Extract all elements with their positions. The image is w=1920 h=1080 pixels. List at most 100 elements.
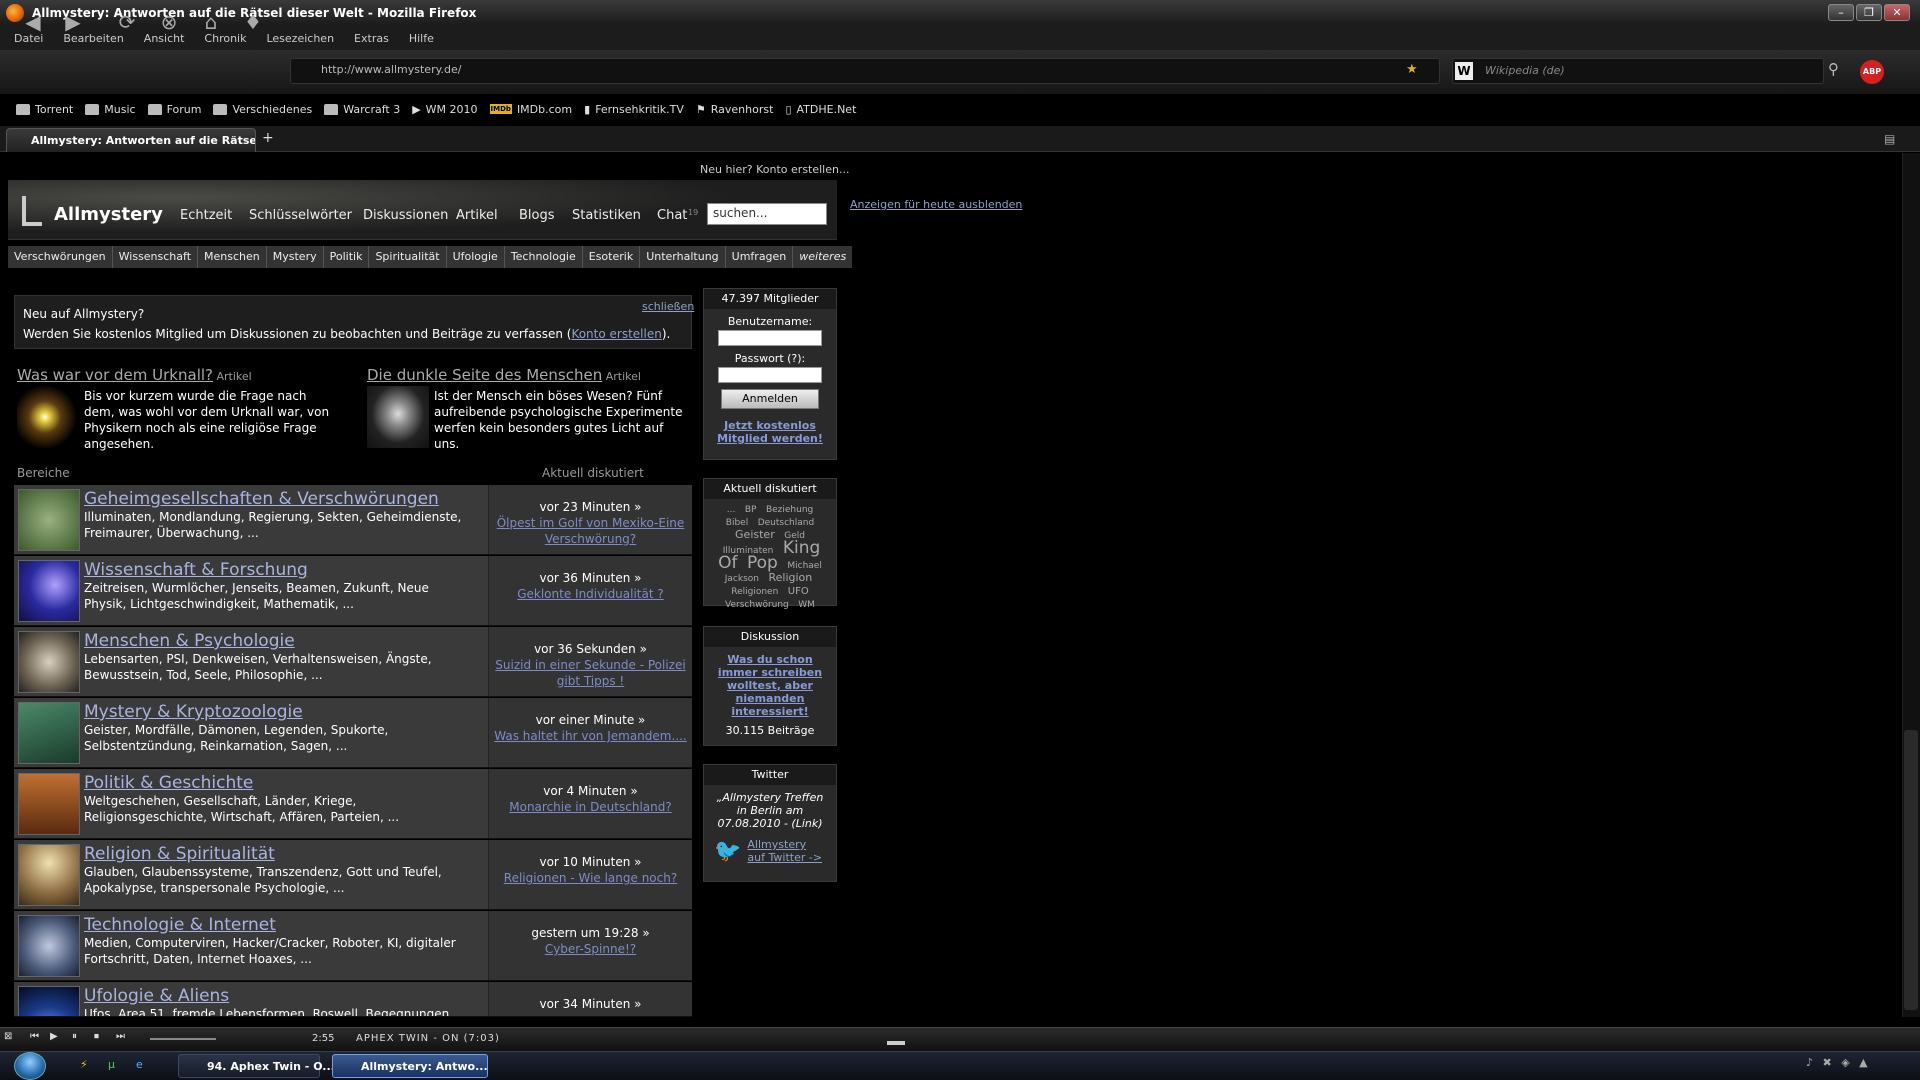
section-topic-link[interactable]: Geklonte Individualität ? [517, 587, 664, 601]
bookmark-star-icon[interactable]: ★ [1406, 62, 1418, 77]
tag-link[interactable]: BP [745, 505, 757, 515]
player-menu-icon[interactable]: ⊠ [4, 1031, 12, 1042]
conspiracy-image[interactable] [18, 489, 80, 551]
tag-link[interactable]: Pop [747, 553, 778, 573]
signup-top-link[interactable]: Neu hier? Konto erstellen... [700, 163, 849, 176]
site-logo[interactable]: Allmystery [54, 204, 163, 225]
dark-side-image[interactable] [367, 386, 429, 448]
explorer-quicklaunch-icon[interactable]: e [136, 1058, 143, 1071]
section-title[interactable]: Wissenschaft & Forschung [84, 560, 308, 580]
adblock-icon[interactable]: ABP [1860, 60, 1884, 84]
section-title[interactable]: Ufologie & Aliens [84, 986, 229, 1006]
tag-link[interactable]: WM [798, 600, 815, 610]
menu-item-hilfe[interactable]: Hilfe [409, 32, 434, 45]
cat-weiteres[interactable]: weiteres [793, 246, 853, 268]
close-button[interactable]: ✕ [1884, 4, 1910, 21]
section-topic-link[interactable]: Cyber-Spinne!? [545, 942, 636, 956]
tag-link[interactable]: Religionen [731, 587, 778, 597]
section-title[interactable]: Geheimgesellschaften & Verschwörungen [84, 489, 439, 509]
nav-chat[interactable]: Chat [657, 208, 687, 223]
politics-image[interactable] [18, 773, 80, 835]
tag-link[interactable]: Verschwörung [725, 600, 789, 610]
volume-slider[interactable] [150, 1038, 216, 1040]
tag-link[interactable]: Religion [768, 571, 812, 584]
utorrent-quicklaunch-icon[interactable]: µ [108, 1058, 115, 1071]
reload-icon[interactable]: ⟳ [110, 8, 144, 36]
task-winamp[interactable]: 94. Aphex Twin - O... [178, 1054, 335, 1078]
section-title[interactable]: Politik & Geschichte [84, 773, 253, 793]
cat-politik[interactable]: Politik [323, 246, 370, 268]
twitter-link[interactable]: Allmystery auf Twitter -> [747, 838, 826, 864]
section-title[interactable]: Religion & Spiritualität [84, 844, 275, 864]
stop-icon[interactable]: ⊗ [152, 8, 186, 36]
religion-image[interactable] [18, 844, 80, 906]
wikipedia-icon[interactable]: W [1455, 62, 1473, 80]
winamp-quicklaunch-icon[interactable]: ⚡ [80, 1058, 88, 1071]
stop-player-icon[interactable]: ⏹ [94, 1031, 99, 1042]
nav-artikel[interactable]: Artikel [456, 208, 498, 223]
mystery-image[interactable] [18, 702, 80, 764]
username-input[interactable] [718, 330, 822, 346]
cat-menschen[interactable]: Menschen [198, 246, 267, 268]
hide-ads-link[interactable]: Anzeigen für heute ausblenden [850, 198, 1022, 211]
section-topic-link[interactable]: Was haltet ihr von Jemandem.... [494, 729, 687, 743]
bookmark-atdhe[interactable]: ▯ ATDHE.Net [785, 103, 856, 116]
bookmark-forum[interactable]: Forum [147, 103, 201, 116]
login-button[interactable]: Anmelden [721, 389, 819, 409]
tab-allmystery[interactable]: Allmystery: Antworten auf die Rätse... [6, 128, 256, 152]
tag-link[interactable]: Bibel [726, 518, 748, 528]
prev-icon[interactable]: ⏮ [30, 1031, 39, 1042]
tag-link[interactable]: Deutschland [758, 518, 814, 528]
bookmark-music[interactable]: Music [85, 103, 136, 116]
bookmark-torrent[interactable]: Torrent [16, 103, 73, 116]
url-bar[interactable]: http://www.allmystery.de/ [290, 58, 1440, 84]
tag-link[interactable]: UFO [788, 586, 809, 597]
cat-spiritualitaet[interactable]: Spiritualität [369, 246, 447, 268]
new-tab-button[interactable]: + [262, 130, 274, 146]
cat-unterhaltung[interactable]: Unterhaltung [640, 246, 726, 268]
nav-schluesselwoerter[interactable]: Schlüsselwörter [249, 208, 352, 223]
cat-mystery[interactable]: Mystery [266, 246, 324, 268]
pause-icon[interactable]: ⏸ [72, 1031, 77, 1042]
start-button[interactable] [14, 1052, 46, 1080]
addon-icon[interactable]: ♦ [236, 8, 270, 36]
bookmark-wm2010[interactable]: ▶ WM 2010 [412, 103, 477, 116]
featured-1-title[interactable]: Was war vor dem Urknall? [17, 366, 213, 384]
bookmark-verschiedenes[interactable]: Verschiedenes [213, 103, 312, 116]
cat-ufologie[interactable]: Ufologie [446, 246, 505, 268]
minimize-button[interactable]: – [1828, 4, 1854, 21]
bookmark-warcraft[interactable]: Warcraft 3 [324, 103, 400, 116]
tab-list-icon[interactable]: ▤ [1884, 132, 1895, 146]
nav-statistiken[interactable]: Statistiken [572, 208, 641, 223]
password-input[interactable] [718, 367, 822, 383]
tag-link[interactable]: Geister [735, 528, 775, 541]
cat-technologie[interactable]: Technologie [504, 246, 583, 268]
section-topic-link[interactable]: Ölpest im Golf von Mexiko-Eine Verschwör… [497, 516, 685, 546]
search-icon[interactable]: ⚲ [1828, 60, 1839, 78]
task-firefox[interactable]: Allmystery: Antwo... [332, 1054, 488, 1078]
cat-wissenschaft[interactable]: Wissenschaft [112, 246, 199, 268]
bookmark-imdb[interactable]: IMDb IMDb.com [489, 103, 572, 116]
big-bang-image[interactable] [17, 386, 79, 448]
bookmark-fernsehkritik[interactable]: ▮ Fernsehkritik.TV [584, 103, 684, 116]
cat-esoterik[interactable]: Esoterik [582, 246, 641, 268]
section-title[interactable]: Menschen & Psychologie [84, 631, 295, 651]
discussion-link[interactable]: Was du schon immer schreiben wolltest, a… [714, 653, 826, 718]
nav-echtzeit[interactable]: Echtzeit [180, 208, 232, 223]
psychology-image[interactable] [18, 631, 80, 693]
section-title[interactable]: Mystery & Kryptozoologie [84, 702, 303, 722]
system-tray[interactable]: ♪ ✖ ◈ ▲ [1806, 1056, 1871, 1069]
welcome-close-link[interactable]: schließen [642, 300, 694, 313]
menu-item-lesezeichen[interactable]: Lesezeichen [266, 32, 334, 45]
play-icon[interactable]: ▶ [50, 1031, 58, 1042]
maximize-button[interactable]: ❐ [1856, 4, 1882, 21]
seek-handle[interactable] [887, 1041, 905, 1045]
section-title[interactable]: Technologie & Internet [84, 915, 276, 935]
tag-link[interactable]: ... [727, 505, 736, 515]
home-icon[interactable]: ⌂ [194, 8, 228, 36]
cat-umfragen[interactable]: Umfragen [725, 246, 794, 268]
section-topic-link[interactable]: Suizid in einer Sekunde - Polizei gibt T… [495, 658, 685, 688]
tag-link[interactable]: Beziehung [766, 505, 813, 515]
back-icon[interactable]: ◀ [16, 8, 50, 36]
section-topic-link[interactable]: Monarchie in Deutschland? [509, 800, 671, 814]
